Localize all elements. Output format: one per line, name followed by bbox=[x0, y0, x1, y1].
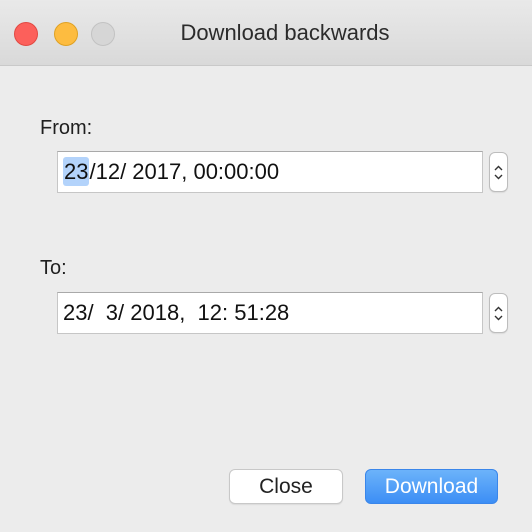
from-datetime-field[interactable]: 23/12/ 2017, 00:00:00 bbox=[57, 151, 483, 193]
from-day-segment[interactable]: 23 bbox=[63, 157, 90, 186]
chevron-up-icon[interactable] bbox=[494, 306, 503, 312]
chevron-down-icon[interactable] bbox=[494, 174, 503, 180]
to-stepper[interactable] bbox=[489, 293, 508, 333]
to-label: To: bbox=[40, 257, 67, 279]
from-datetime-rest[interactable]: /12/ 2017, 00:00:00 bbox=[89, 159, 279, 184]
chevron-down-icon[interactable] bbox=[494, 315, 503, 321]
chevron-up-icon[interactable] bbox=[494, 165, 503, 171]
download-button[interactable]: Download bbox=[365, 469, 498, 504]
window-title: Download backwards bbox=[180, 20, 390, 45]
to-datetime-field[interactable]: 23/ 3/ 2018, 12: 51:28 bbox=[57, 292, 483, 334]
download-backwards-dialog: Download backwards From: 23/12/ 2017, 00… bbox=[0, 0, 532, 532]
close-button[interactable]: Close bbox=[229, 469, 343, 504]
title-bar[interactable]: Download backwards bbox=[0, 0, 532, 66]
from-stepper[interactable] bbox=[489, 152, 508, 192]
from-label: From: bbox=[40, 117, 93, 139]
